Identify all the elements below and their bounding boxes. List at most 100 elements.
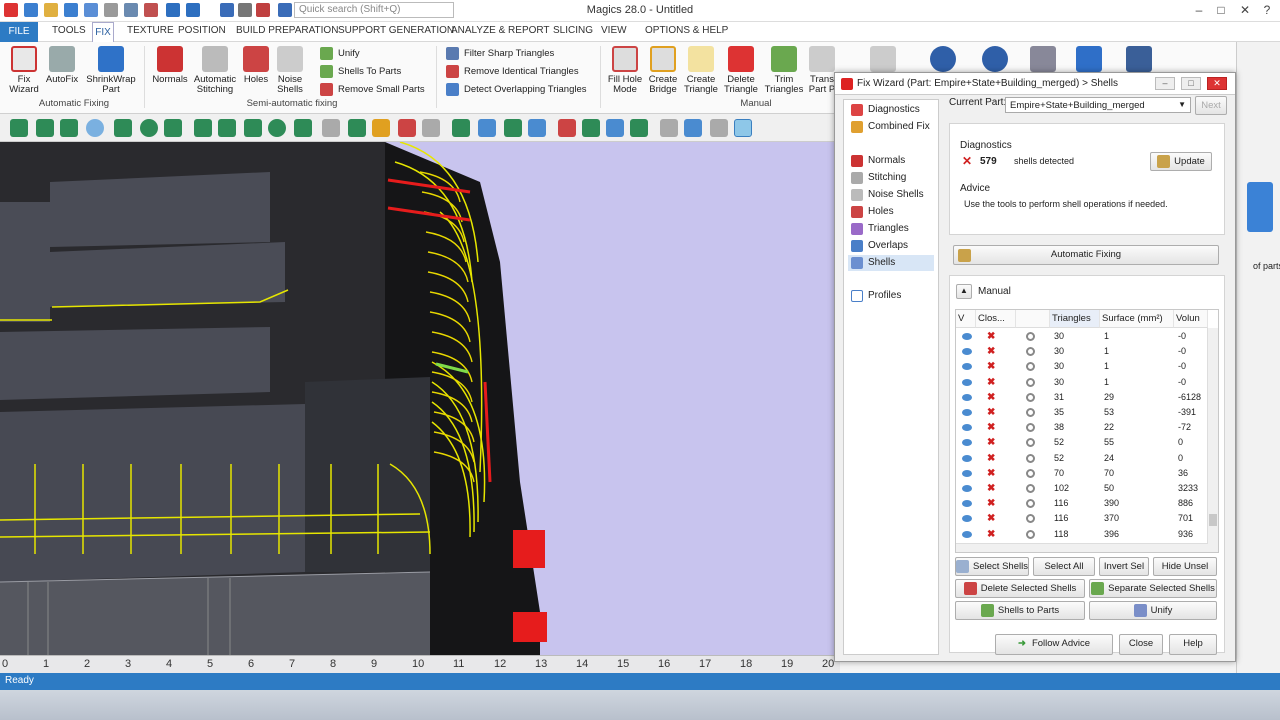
eye-icon[interactable] [962,333,972,340]
shells-to-parts-dialog-button[interactable]: Shells to Parts [955,601,1085,620]
mark-surface-icon[interactable] [86,119,104,137]
create-bridge-button[interactable]: Create Bridge [644,46,682,95]
zoom-to-shell-icon[interactable] [1026,377,1035,387]
zoom-to-shell-icon[interactable] [1026,468,1035,478]
table-row[interactable]: ✖ 30 1 -0 [956,329,1206,344]
table-row[interactable]: ✖ 30 1 -0 [956,359,1206,374]
trim-triangles-button[interactable]: Trim Triangles [762,46,806,95]
mark-line-icon[interactable] [164,119,182,137]
mesh-tool-button[interactable] [1124,46,1154,75]
filter-sharp-triangles-button[interactable]: Filter Sharp Triangles [446,47,554,60]
dialog-minimize-icon[interactable]: – [1155,77,1175,90]
delete-triangle-button[interactable]: Delete Triangle [722,46,760,95]
zoom-to-shell-icon[interactable] [1026,438,1035,448]
zoom-to-shell-icon[interactable] [1026,392,1035,402]
column-header-volume[interactable]: Volun [1174,310,1208,328]
zoom-to-shell-icon[interactable] [1026,529,1035,539]
cube-tool-button[interactable] [1028,46,1058,75]
help-icon[interactable]: ? [1256,2,1278,18]
vertical-scrollbar[interactable] [1207,328,1218,552]
tab-texture[interactable]: TEXTURE [127,25,174,36]
eye-icon[interactable] [962,485,972,492]
mark-tool-4-icon[interactable] [660,119,678,137]
nav-combined-fix[interactable]: Combined Fix [848,119,934,135]
zoom-to-shell-icon[interactable] [1026,423,1035,433]
autofix-button[interactable]: AutoFix [44,46,80,85]
remove-small-parts-button[interactable]: Remove Small Parts [320,83,425,96]
horizontal-scrollbar[interactable] [956,543,1208,552]
tab-view[interactable]: VIEW [601,25,627,36]
mark-plane-icon[interactable] [60,119,78,137]
column-header-triangles[interactable]: Triangles [1050,310,1100,328]
table-row[interactable]: ✖ 52 55 0 [956,435,1206,450]
eye-icon[interactable] [962,530,972,538]
follow-advice-button[interactable]: ➜ Follow Advice [995,634,1113,655]
trans-part-button[interactable]: Trans Part P [808,46,836,95]
zoom-to-shell-icon[interactable] [1026,362,1035,372]
nav-noise-shells[interactable]: Noise Shells [848,187,934,203]
zoom-to-shell-icon[interactable] [1026,484,1035,493]
mark-tool-6-icon[interactable] [710,119,728,137]
tab-file[interactable]: FILE [0,22,38,42]
mark-sphere-icon[interactable] [140,119,158,137]
zoom-to-shell-icon[interactable] [1026,453,1035,463]
zoom-to-shell-icon[interactable] [1026,499,1035,509]
maximize-icon[interactable]: □ [1210,2,1232,18]
eye-icon[interactable] [962,454,972,462]
mark-triangle-icon[interactable] [36,119,54,137]
tab-support-generation[interactable]: SUPPORT GENERATION [338,25,454,36]
fill-hole-mode-button[interactable]: Fill Hole Mode [606,46,644,95]
dialog-maximize-icon[interactable]: □ [1181,77,1201,90]
scroll-thumb[interactable] [1209,514,1217,526]
invert-mark-icon[interactable] [422,119,440,137]
mark-tool-3-icon[interactable] [630,119,648,137]
eye-icon[interactable] [962,393,972,401]
triangle-mark-icon[interactable] [452,119,470,137]
eye-icon[interactable] [962,378,972,386]
tab-slicing[interactable]: SLICING [553,25,593,36]
shell-tool-button[interactable] [868,46,898,75]
triangle-outline-icon[interactable] [528,119,546,137]
zoom-to-shell-icon[interactable] [1026,514,1035,524]
mark-tool-icon[interactable] [582,119,600,137]
mark-rectangle-icon[interactable] [114,119,132,137]
table-row[interactable]: ✖ 116 370 701 [956,511,1206,526]
detect-overlapping-triangles-button[interactable]: Detect Overlapping Triangles [446,83,587,96]
hide-unsel-button[interactable]: Hide Unsel [1153,557,1217,576]
tab-fix[interactable]: FIX [92,22,114,42]
mark-shell-icon[interactable] [194,119,212,137]
fix-wizard-button[interactable]: Fix Wizard [6,46,42,95]
globe-tool-button[interactable] [928,46,958,75]
unify-button[interactable]: Unify [320,47,360,60]
eye-icon[interactable] [962,424,972,432]
eye-icon[interactable] [962,500,972,508]
tab-build-preparation[interactable]: BUILD PREPARATION [236,25,338,36]
column-header-surface[interactable]: Surface (mm²) [1100,310,1174,328]
table-row[interactable]: ✖ 31 29 -6128 [956,390,1206,405]
unify-dialog-button[interactable]: Unify [1089,601,1217,620]
eye-icon[interactable] [962,439,972,447]
delete-selected-shells-button[interactable]: Delete Selected Shells [955,579,1085,598]
automatic-fixing-button[interactable]: Automatic Fixing [953,245,1219,265]
unmark-part-icon[interactable] [398,119,416,137]
update-button[interactable]: Update [1150,152,1212,171]
mark-tool-5-icon[interactable] [684,119,702,137]
tab-tools[interactable]: TOOLS [52,25,86,36]
eye-icon[interactable] [962,515,972,523]
column-header-v[interactable]: V [956,310,976,328]
shell-mark-icon[interactable] [348,119,366,137]
mark-all-icon[interactable] [294,119,312,137]
shells-to-parts-button[interactable]: Shells To Parts [320,65,401,78]
zoom-to-shell-icon[interactable] [1026,408,1035,417]
noise-shells-button[interactable]: Noise Shells [272,46,308,95]
holes-button[interactable]: Holes [240,46,272,85]
eye-icon[interactable] [962,363,972,371]
remove-identical-triangles-button[interactable]: Remove Identical Triangles [446,65,579,78]
eye-icon[interactable] [962,348,972,356]
table-row[interactable]: ✖ 30 1 -0 [956,375,1206,390]
cube-view-icon[interactable] [322,119,340,137]
nav-triangles[interactable]: Triangles [848,221,934,237]
zoom-to-shell-icon[interactable] [1026,347,1035,357]
eye-icon[interactable] [962,409,972,416]
automatic-stitching-button[interactable]: Automatic Stitching [190,46,240,95]
